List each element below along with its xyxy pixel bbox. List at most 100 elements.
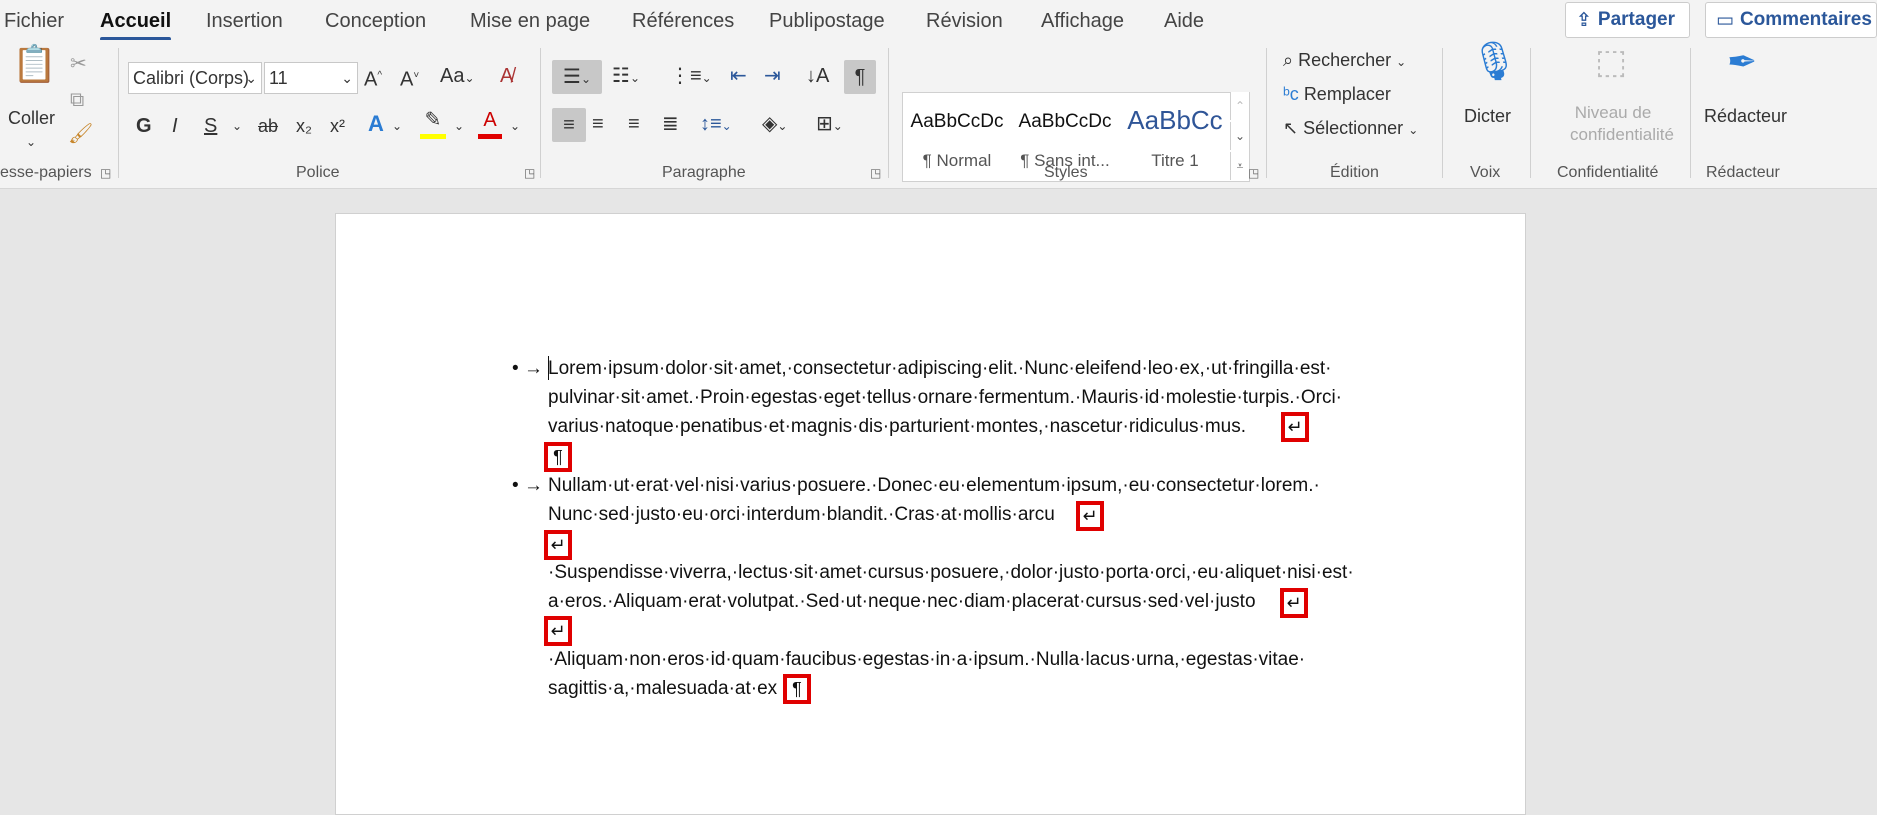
increase-indent-icon[interactable]: ⇥	[764, 62, 781, 90]
group-separator	[1690, 48, 1691, 178]
paste-icon[interactable]: 📋	[12, 46, 57, 98]
text-line[interactable]: Nullam·ut·erat·vel·nisi·varius·posuere.·…	[548, 475, 1320, 497]
tab-publipostage[interactable]: Publipostage	[769, 10, 885, 33]
chevron-down-icon: ⌄	[1396, 55, 1407, 69]
tab-conception[interactable]: Conception	[325, 10, 426, 33]
line-break-mark: ↵	[1281, 412, 1309, 442]
subscript-button[interactable]: x₂	[296, 112, 312, 140]
chevron-down-icon[interactable]: ⌄	[454, 112, 464, 140]
chevron-down-icon[interactable]: ⌄	[392, 112, 402, 140]
line-break-mark: ↵	[544, 530, 572, 560]
font-color-icon[interactable]: A	[478, 106, 502, 139]
text-line[interactable]: ·Suspendisse·viverra,·lectus·sit·amet·cu…	[548, 562, 1354, 584]
font-size-select[interactable]: 11 ⌄	[264, 62, 358, 94]
sensitivity-group-label: Confidentialité	[1557, 164, 1659, 181]
bold-button[interactable]: G	[136, 112, 152, 140]
chevron-down-icon[interactable]: ⌄	[232, 112, 242, 140]
editor-button[interactable]: Rédacteur	[1704, 102, 1787, 130]
line-break-mark: ↵	[1280, 588, 1308, 618]
tab-insertion[interactable]: Insertion	[206, 10, 283, 33]
chevron-down-icon[interactable]: ⌄	[510, 112, 520, 140]
group-separator	[118, 48, 119, 178]
decrease-indent-icon[interactable]: ⇤	[730, 62, 747, 90]
tab-affichage[interactable]: Affichage	[1041, 10, 1124, 33]
align-left-icon[interactable]: ≡	[552, 108, 586, 142]
text-line[interactable]: varius·natoque·penatibus·et·magnis·dis·p…	[548, 416, 1246, 438]
microphone-icon[interactable]: 🎙	[1470, 43, 1518, 81]
pilcrow-mark: ¶	[783, 674, 811, 704]
change-case-button[interactable]: Aa⌄	[440, 62, 475, 92]
italic-button[interactable]: I	[172, 112, 178, 140]
chevron-down-icon[interactable]: ⌄	[26, 128, 36, 156]
copy-icon[interactable]: ⧉	[70, 86, 84, 114]
cut-icon[interactable]: ✂	[70, 50, 87, 78]
style-sample: AaBbCc	[1127, 105, 1223, 135]
group-separator	[540, 48, 541, 178]
replace-button[interactable]: ᵇc Remplacer	[1283, 84, 1391, 105]
chevron-down-icon[interactable]: ⌄	[1230, 122, 1249, 150]
tab-arrow-mark: →	[523, 358, 543, 379]
group-separator	[1266, 48, 1267, 178]
tab-aide[interactable]: Aide	[1164, 10, 1204, 33]
line-spacing-icon[interactable]: ↕≡⌄	[700, 110, 732, 140]
bullets-icon[interactable]: ☰⌄	[552, 60, 602, 94]
dialog-launcher-icon[interactable]: ◳	[100, 166, 111, 180]
style-heading-1[interactable]: AaBbCc Titre 1	[1119, 93, 1231, 181]
justify-icon[interactable]: ≣	[662, 110, 679, 138]
tab-references[interactable]: Références	[632, 10, 734, 33]
font-name-value: Calibri (Corps)	[133, 68, 250, 88]
bullet-marker: • →	[512, 475, 543, 497]
dialog-launcher-icon[interactable]: ◳	[524, 166, 535, 180]
dictate-button[interactable]: Dicter	[1464, 102, 1511, 130]
show-formatting-marks-icon[interactable]: ¶	[844, 60, 876, 94]
clipboard-group-label: esse-papiers	[0, 164, 92, 181]
highlight-icon[interactable]: ✎	[420, 106, 446, 139]
sensitivity-icon: ⬚	[1594, 43, 1628, 81]
multilevel-list-icon[interactable]: ⋮≡⌄	[670, 62, 712, 92]
strikethrough-button[interactable]: ab	[258, 112, 278, 140]
sort-icon[interactable]: ↓A	[806, 62, 829, 90]
format-painter-icon[interactable]: 🖌	[68, 120, 93, 148]
voice-group-label: Voix	[1470, 164, 1501, 181]
clear-formatting-icon[interactable]: A̸	[500, 62, 513, 90]
superscript-button[interactable]: x²	[330, 112, 345, 140]
cursor-icon: ↖	[1283, 118, 1299, 138]
chevron-up-icon[interactable]: ⌃	[1230, 92, 1249, 120]
share-button[interactable]: ⇪ Partager	[1565, 2, 1690, 38]
replace-label: Remplacer	[1303, 84, 1391, 104]
group-separator	[1530, 48, 1531, 178]
grow-font-icon[interactable]: A^	[364, 62, 382, 94]
comments-button[interactable]: ▭ Commentaires	[1705, 2, 1877, 38]
text-line[interactable]: sagittis·a,·malesuada·at·ex	[548, 678, 777, 700]
borders-icon[interactable]: ⊞⌄	[816, 110, 843, 140]
style-normal[interactable]: AaBbCcDc ¶ Normal	[903, 93, 1011, 181]
dialog-launcher-icon[interactable]: ◳	[1248, 166, 1259, 180]
tab-fichier[interactable]: Fichier	[4, 10, 64, 33]
align-center-icon[interactable]: ≡	[592, 110, 604, 138]
styles-more-icon[interactable]: ⩡	[1230, 152, 1249, 180]
shrink-font-icon[interactable]: A˅	[400, 62, 419, 94]
comment-icon: ▭	[1716, 9, 1734, 31]
numbering-icon[interactable]: ☷⌄	[612, 62, 640, 92]
text-effects-icon[interactable]: A	[368, 110, 384, 138]
text-line[interactable]: pulvinar·sit·amet.·Proin·egestas·eget·te…	[548, 387, 1342, 409]
text-line[interactable]: a·eros.·Aliquam·erat·volutpat.·Sed·ut·ne…	[548, 591, 1256, 613]
tab-revision[interactable]: Révision	[926, 10, 1003, 33]
line-break-mark: ↵	[1076, 501, 1104, 531]
share-label: Partager	[1597, 9, 1676, 30]
select-button[interactable]: ↖ Sélectionner ⌄	[1283, 118, 1418, 139]
align-right-icon[interactable]: ≡	[628, 110, 640, 138]
text-line[interactable]: ·Aliquam·non·eros·id·quam·faucibus·egest…	[548, 649, 1305, 671]
find-button[interactable]: ⌕ Rechercher ⌄	[1283, 50, 1406, 71]
underline-button[interactable]: S	[204, 112, 217, 140]
shading-icon[interactable]: ◈⌄	[762, 110, 787, 140]
editing-group-label: Édition	[1330, 164, 1379, 181]
font-name-select[interactable]: Calibri (Corps) ⌄	[128, 62, 262, 94]
text-line[interactable]: Nunc·sed·justo·eu·orci·interdum·blandit.…	[548, 504, 1055, 526]
paragraph-group-label: Paragraphe	[662, 164, 746, 181]
text-line[interactable]: Lorem·ipsum·dolor·sit·amet,·consectetur·…	[548, 358, 1332, 380]
editor-pen-icon[interactable]: ✒	[1722, 44, 1762, 80]
tab-accueil[interactable]: Accueil	[100, 10, 172, 41]
dialog-launcher-icon[interactable]: ◳	[870, 166, 881, 180]
tab-mise-en-page[interactable]: Mise en page	[470, 10, 590, 33]
